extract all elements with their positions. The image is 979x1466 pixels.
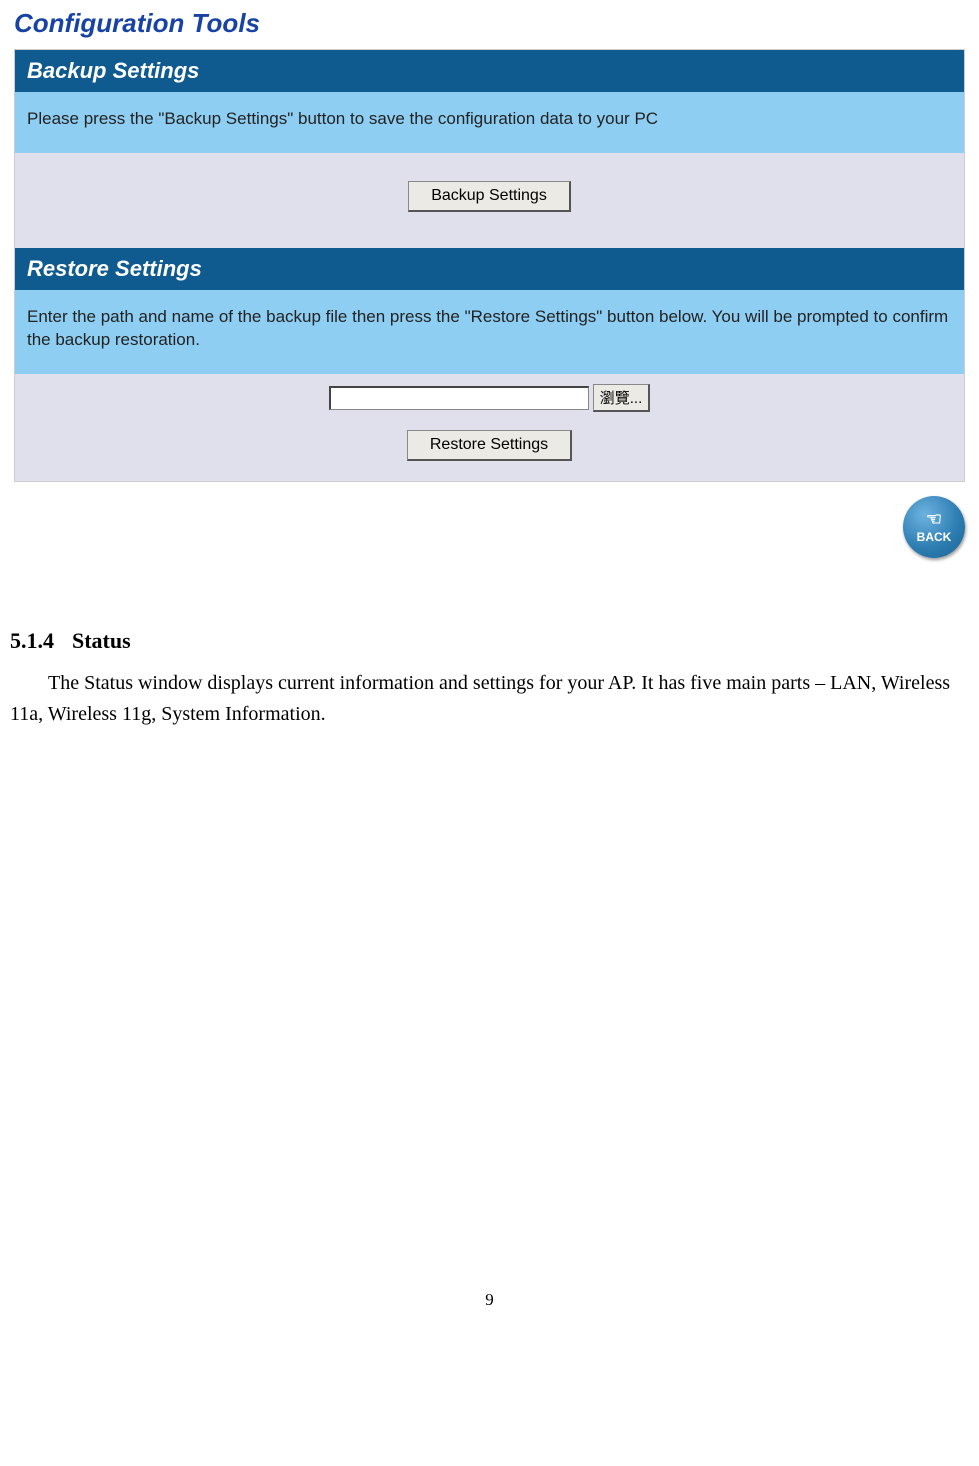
doc-section-title: Status	[72, 628, 131, 653]
file-row: 瀏覽...	[27, 384, 952, 412]
restore-settings-button[interactable]: Restore Settings	[407, 430, 572, 461]
back-row: ☜ BACK	[14, 496, 965, 558]
browse-button[interactable]: 瀏覽...	[593, 384, 651, 412]
back-button[interactable]: ☜ BACK	[903, 496, 965, 558]
backup-settings-info: Please press the "Backup Settings" butto…	[15, 92, 964, 153]
doc-body: The Status window displays current infor…	[10, 668, 969, 730]
restore-settings-body: 瀏覽... Restore Settings	[15, 374, 964, 481]
doc-section: 5.1.4 Status The Status window displays c…	[0, 628, 979, 730]
back-label: BACK	[917, 530, 952, 544]
doc-section-number: 5.1.4	[10, 628, 54, 654]
page-title: Configuration Tools	[0, 0, 979, 49]
doc-heading: 5.1.4 Status	[10, 628, 969, 654]
restore-settings-header: Restore Settings	[15, 248, 964, 290]
restore-file-input[interactable]	[329, 386, 589, 410]
backup-settings-button[interactable]: Backup Settings	[408, 181, 571, 212]
back-hand-icon: ☜	[926, 510, 942, 528]
config-panel: Backup Settings Please press the "Backup…	[14, 49, 965, 482]
backup-settings-header: Backup Settings	[15, 50, 964, 92]
backup-settings-body: Backup Settings	[15, 153, 964, 248]
page-number: 9	[0, 1290, 979, 1330]
restore-settings-info: Enter the path and name of the backup fi…	[15, 290, 964, 374]
